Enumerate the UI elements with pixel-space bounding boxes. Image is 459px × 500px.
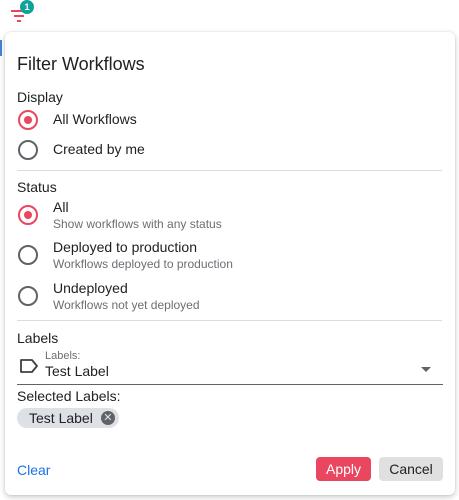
radio-button[interactable] [18,286,38,306]
display-heading: Display [17,89,63,105]
radio-button[interactable] [18,110,38,130]
radio-label: Created by me [53,141,145,157]
radio-label: All Workflows [53,111,137,127]
clear-link[interactable]: Clear [17,462,50,478]
labels-select-value: Test Label [45,363,109,379]
divider [17,170,442,171]
divider [17,320,442,321]
labels-heading: Labels [17,330,59,346]
background-edge-fragment [0,40,2,56]
radio-label: Undeployed [53,280,128,296]
radio-all-workflows[interactable]: All Workflows [18,110,137,130]
labels-select[interactable]: Labels: Test Label [17,350,443,385]
radio-button[interactable] [18,205,38,225]
status-heading: Status [17,179,57,195]
remove-chip-icon[interactable]: ✕ [100,411,115,425]
label-tag-icon [20,359,38,373]
radio-status-deployed[interactable]: Deployed to production Workflows deploye… [18,238,233,272]
radio-description: Workflows not yet deployed [53,298,200,312]
apply-button[interactable]: Apply [316,457,371,481]
radio-label: Deployed to production [53,239,197,255]
radio-status-undeployed[interactable]: Undeployed Workflows not yet deployed [18,279,200,313]
panel-title: Filter Workflows [17,54,145,74]
dropdown-arrow-icon[interactable] [421,367,431,372]
selected-label-chip: Test Label ✕ [17,408,119,428]
radio-description: Workflows deployed to production [53,257,233,271]
workflow-filter-screen: 1 Filter Workflows Display All Workflows… [0,0,459,500]
cancel-button[interactable]: Cancel [379,457,443,481]
radio-button[interactable] [18,140,38,160]
filter-button[interactable]: 1 [9,0,34,26]
filter-count-badge: 1 [20,0,34,14]
radio-button[interactable] [18,245,38,265]
filter-panel: Filter Workflows Display All Workflows C… [5,32,455,495]
radio-label: All [53,199,69,215]
labels-select-caption: Labels: [45,350,81,362]
radio-created-by-me[interactable]: Created by me [18,140,145,160]
chip-label: Test Label [29,410,93,426]
radio-status-all[interactable]: All Show workflows with any status [18,198,222,232]
selected-labels-heading: Selected Labels: [17,388,121,404]
radio-description: Show workflows with any status [53,217,222,231]
